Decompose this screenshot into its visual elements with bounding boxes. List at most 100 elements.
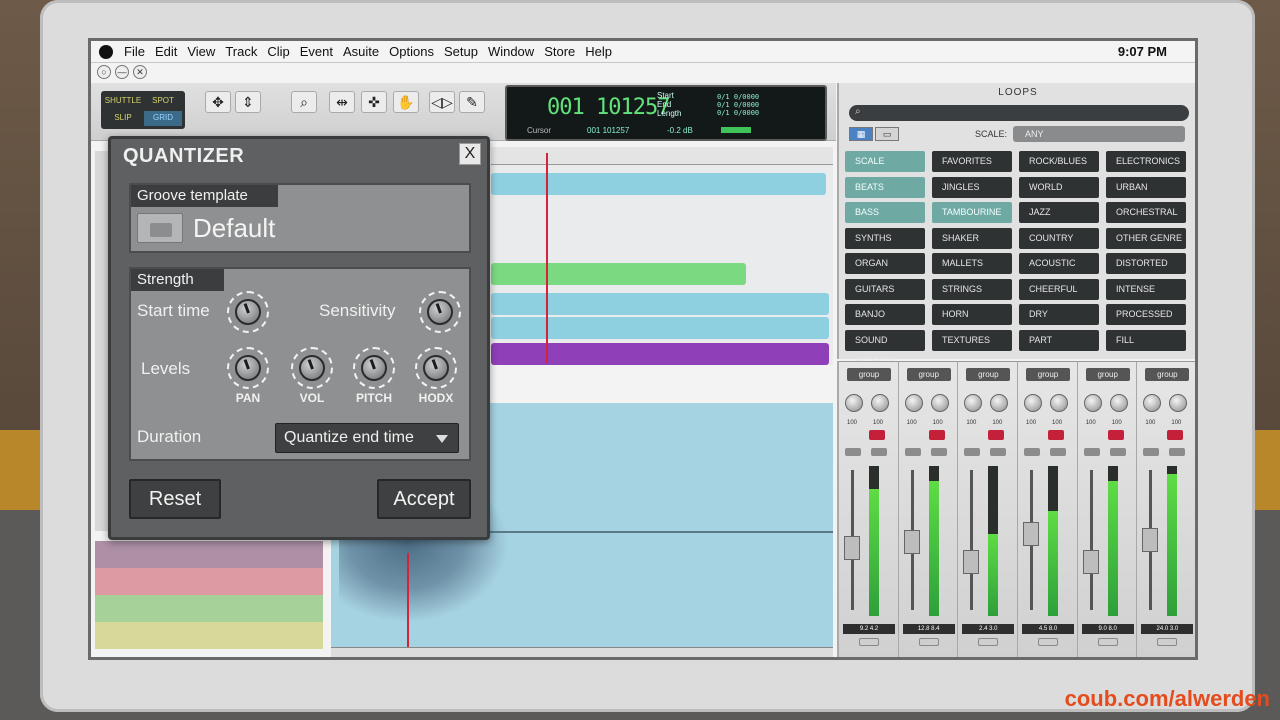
audio-clip[interactable] (491, 343, 829, 365)
loop-btn-acoustic[interactable]: ACOUSTIC (1019, 253, 1099, 274)
trim-tool-icon[interactable]: ⇕ (235, 91, 261, 113)
loop-btn-banjo[interactable]: BANJO (845, 304, 925, 325)
folder-icon[interactable] (137, 213, 183, 243)
output-selector[interactable] (978, 638, 999, 646)
track-area[interactable] (491, 165, 833, 365)
loop-btn-bass[interactable]: BASS (845, 202, 925, 223)
menu-track[interactable]: Track (220, 44, 262, 59)
solo-button[interactable] (1169, 448, 1186, 456)
mode-shuttle[interactable]: SHUTTLE (104, 94, 142, 109)
lane[interactable] (95, 595, 323, 622)
menu-file[interactable]: File (119, 44, 150, 59)
zoom-tool-icon[interactable]: ⌕ (291, 91, 317, 113)
loop-btn-guitars[interactable]: GUITARS (845, 278, 925, 300)
pan-knob[interactable] (1024, 394, 1043, 412)
loop-btn-part[interactable]: PART (1019, 329, 1099, 351)
menu-asuite[interactable]: Asuite (338, 44, 384, 59)
duration-dropdown[interactable]: Quantize end time (275, 423, 459, 453)
list-view-icon[interactable]: ▭ (875, 127, 899, 141)
mode-grid[interactable]: GRID (144, 111, 182, 126)
loop-btn-other-genre[interactable]: OTHER GENRE (1106, 227, 1186, 249)
mute-button[interactable] (1024, 448, 1041, 456)
select-tool-icon[interactable]: ✜ (361, 91, 387, 113)
menu-store[interactable]: Store (539, 44, 580, 59)
pan-knob[interactable] (1083, 394, 1102, 412)
solo-button[interactable] (1109, 448, 1126, 456)
loop-btn-shaker[interactable]: SHAKER (932, 227, 1012, 249)
group-selector[interactable]: group (847, 368, 891, 381)
nudge-arrows-icon[interactable]: ✥ (205, 91, 231, 113)
menu-window[interactable]: Window (483, 44, 539, 59)
loop-btn-scale[interactable]: SCALE (845, 151, 925, 172)
mute-button[interactable] (964, 448, 981, 456)
close-icon[interactable]: X (459, 143, 481, 165)
loop-btn-rockblues[interactable]: ROCK/BLUES (1019, 151, 1099, 172)
loop-btn-orchestral[interactable]: ORCHESTRAL (1106, 202, 1186, 223)
scale-select[interactable]: ANY (1013, 126, 1185, 142)
loop-btn-favorites[interactable]: FAVORITES (932, 151, 1012, 172)
audio-clip[interactable] (491, 317, 829, 339)
loops-search-input[interactable]: ⌕ (849, 105, 1189, 121)
window-minimize-button[interactable]: — (115, 65, 129, 79)
lane[interactable] (95, 622, 323, 649)
loop-btn-electronics[interactable]: ELECTRONICS (1106, 151, 1186, 172)
pan-knob[interactable] (845, 394, 863, 412)
record-arm-button[interactable] (988, 430, 1005, 440)
apple-icon[interactable] (99, 44, 113, 59)
send-knob[interactable] (1050, 394, 1069, 412)
reset-button[interactable]: Reset (129, 479, 221, 519)
menu-clip[interactable]: Clip (262, 44, 294, 59)
hand-tool-icon[interactable]: ✋ (393, 91, 419, 113)
volume-fader[interactable] (1142, 528, 1159, 552)
audio-clip[interactable] (491, 263, 746, 285)
loop-btn-strings[interactable]: STRINGS (932, 278, 1012, 300)
volume-fader[interactable] (1023, 522, 1040, 546)
loop-btn-organ[interactable]: ORGAN (845, 253, 925, 274)
group-selector[interactable]: group (1085, 368, 1130, 381)
loop-btn-distorted[interactable]: DISTORTED (1106, 253, 1186, 274)
loop-btn-beats[interactable]: BEATS (845, 176, 925, 198)
pan-knob[interactable] (227, 347, 269, 389)
editor-playhead[interactable] (407, 553, 409, 648)
volume-fader[interactable] (903, 530, 920, 554)
record-arm-button[interactable] (869, 430, 885, 440)
solo-button[interactable] (990, 448, 1007, 456)
group-selector[interactable]: group (966, 368, 1011, 381)
playhead[interactable] (546, 153, 548, 363)
lane[interactable] (95, 568, 323, 595)
audio-clip[interactable] (491, 293, 829, 315)
grid-view-icon[interactable]: ▦ (849, 127, 873, 141)
menu-options[interactable]: Options (384, 44, 439, 59)
mute-button[interactable] (904, 448, 921, 456)
record-arm-button[interactable] (1107, 430, 1124, 440)
group-selector[interactable]: group (1145, 368, 1190, 381)
send-knob[interactable] (930, 394, 949, 412)
record-arm-button[interactable] (1048, 430, 1065, 440)
record-arm-button[interactable] (1167, 430, 1184, 440)
mute-button[interactable] (845, 448, 861, 456)
pan-knob[interactable] (964, 394, 983, 412)
loop-btn-horn[interactable]: HORN (932, 304, 1012, 325)
menu-setup[interactable]: Setup (439, 44, 483, 59)
send-knob[interactable] (990, 394, 1009, 412)
hodx-knob[interactable] (415, 347, 457, 389)
loop-btn-processed[interactable]: PROCESSED (1106, 304, 1186, 325)
window-close-button[interactable]: ✕ (133, 65, 147, 79)
mode-spot[interactable]: SPOT (144, 94, 182, 109)
group-selector[interactable]: group (1026, 368, 1071, 381)
output-selector[interactable] (1038, 638, 1059, 646)
record-arm-button[interactable] (928, 430, 945, 440)
timeline-ruler[interactable] (491, 147, 833, 165)
loop-btn-dry[interactable]: DRY (1019, 304, 1099, 325)
volume-fader[interactable] (963, 550, 980, 574)
editor-scrollbar[interactable] (331, 647, 833, 657)
send-knob[interactable] (871, 394, 889, 412)
pitch-knob[interactable] (353, 347, 395, 389)
mute-button[interactable] (1143, 448, 1160, 456)
loops-title[interactable]: LOOPS (839, 87, 1195, 98)
loop-btn-jingles[interactable]: JINGLES (932, 176, 1012, 198)
menu-event[interactable]: Event (295, 44, 338, 59)
menu-help[interactable]: Help (580, 44, 617, 59)
solo-button[interactable] (1050, 448, 1067, 456)
pencil-tool-icon[interactable]: ✎ (459, 91, 485, 113)
